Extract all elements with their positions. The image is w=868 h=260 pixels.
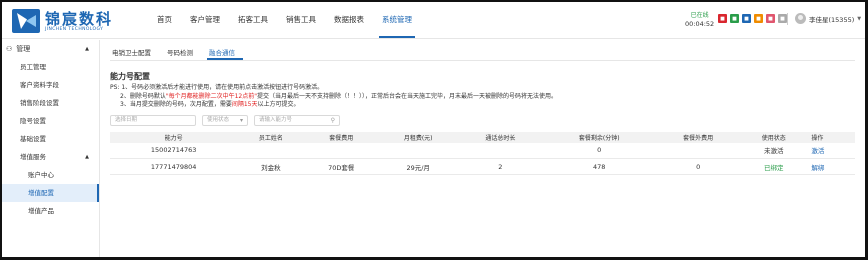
nav-system-management[interactable]: 系统管理 — [373, 2, 421, 38]
cell-monthly-fee: 29元/月 — [378, 158, 459, 175]
sidebar-head-label: 管理 — [16, 45, 31, 53]
cell-number: 17771479804 — [110, 158, 238, 175]
col-package-fee: 套餐费用 — [304, 131, 379, 143]
nav-home[interactable]: 首页 — [148, 2, 181, 38]
chevron-up-icon: ▲ — [85, 46, 89, 52]
col-staff: 员工姓名 — [237, 131, 305, 143]
user-menu[interactable]: 李佳星(15355) ▼ — [795, 13, 861, 24]
number-table: 能力号 员工姓名 套餐费用 月租费(元) 通话总时长 套餐剩余(分钟) 套餐外费… — [110, 131, 855, 175]
toolbar-icons: ■ ■ ■ ■ ■ ■ — [718, 14, 787, 23]
sidebar-head-manage[interactable]: ⚇ 管理 ▲ — [2, 40, 99, 58]
nav-data-reports[interactable]: 数据报表 — [325, 2, 373, 38]
cell-status: 已绑定 — [740, 158, 808, 175]
cell-number: 15002714763 — [110, 142, 238, 159]
note-1: PS: 1、号码必须激活后才能进行使用，请在使用前点击激活按钮进行号码激活。 — [110, 84, 324, 91]
sidebar-item-basic-settings[interactable]: 基础设置 — [2, 130, 99, 148]
chevron-down-icon: ▾ — [239, 116, 243, 124]
table-row: 17771479804 刘金秋 70D套餐 29元/月 2 478 0 已绑定 … — [110, 158, 855, 175]
search-icon[interactable]: ⚲ — [331, 116, 335, 125]
chevron-down-icon: ▼ — [857, 15, 862, 22]
notes: PS: 1、号码必须激活后才能进行使用，请在使用前点击激活按钮进行号码激活。 2… — [110, 84, 855, 110]
mail-icon[interactable]: ■ — [742, 14, 751, 23]
date-picker[interactable]: 选择日期 — [110, 114, 196, 126]
logo-mark-icon — [12, 9, 40, 33]
filter-bar: 选择日期 使用状态 ▾ 请输入能力号 ⚲ — [110, 114, 855, 126]
nav-customer-management[interactable]: 客户管理 — [181, 2, 229, 38]
sidebar-group-label: 增值服务 — [20, 153, 46, 161]
user-name: 李佳星(15355) — [809, 15, 855, 24]
activate-link[interactable]: 激活 — [807, 142, 855, 159]
nav-sales-tools[interactable]: 销售工具 — [277, 2, 325, 38]
app-window: 锦宸数科 JINCHEN TECHNOLOGY 首页 客户管理 拓客工具 销售工… — [2, 2, 865, 257]
sidebar-item-value-added-products[interactable]: 增值产品 — [2, 202, 99, 220]
online-label: 已在线 — [690, 12, 709, 19]
chevron-up-icon: ▲ — [85, 154, 89, 160]
online-status: 已在线 00:04:52 — [685, 12, 714, 28]
cell-package-fee: 70D套餐 — [304, 158, 379, 175]
phone-search-input[interactable]: 请输入能力号 ⚲ — [254, 114, 340, 126]
table-header-row: 能力号 员工姓名 套餐费用 月租费(元) 通话总时长 套餐剩余(分钟) 套餐外费… — [110, 131, 855, 143]
cell-monthly-fee — [378, 142, 459, 159]
sidebar: ⚇ 管理 ▲ 员工管理 客户资料字段 销售阶段设置 隐号设置 基础设置 增值服务… — [2, 40, 100, 257]
col-action: 操作 — [807, 131, 855, 143]
col-number: 能力号 — [110, 131, 238, 143]
logo-subtitle: JINCHEN TECHNOLOGY — [45, 26, 104, 32]
sidebar-item-hidden-number[interactable]: 隐号设置 — [2, 112, 99, 130]
logo: 锦宸数科 JINCHEN TECHNOLOGY — [12, 8, 132, 34]
main-content: 电销卫士配置 号码检测 融合通信 能力号配置 PS: 1、号码必须激活后才能进行… — [110, 46, 855, 175]
main-nav: 首页 客户管理 拓客工具 销售工具 数据报表 系统管理 — [148, 2, 421, 38]
sidebar-item-value-added-config[interactable]: 增值配置 — [2, 184, 99, 202]
cell-package-remaining: 0 — [542, 142, 657, 159]
cell-status: 未激活 — [740, 142, 808, 159]
user-icon: ⚇ — [6, 45, 13, 53]
col-extra-fee: 套餐外费用 — [656, 131, 741, 143]
cell-staff — [237, 142, 305, 159]
cell-staff: 刘金秋 — [237, 158, 305, 175]
unbind-link[interactable]: 解绑 — [807, 158, 855, 175]
sidebar-item-sales-stage[interactable]: 销售阶段设置 — [2, 94, 99, 112]
tab-unified-comm[interactable]: 融合通信 — [207, 46, 243, 60]
col-monthly-fee: 月租费(元) — [378, 131, 459, 143]
sidebar-group-value-added[interactable]: 增值服务 ▲ — [2, 148, 99, 166]
cell-extra-fee: 0 — [656, 158, 741, 175]
cell-package-fee — [304, 142, 379, 159]
avatar — [795, 13, 806, 24]
gift-icon[interactable]: ■ — [766, 14, 775, 23]
bell-icon[interactable]: ■ — [754, 14, 763, 23]
tab-number-check[interactable]: 号码检测 — [165, 46, 201, 60]
sidebar-item-account-center[interactable]: 账户中心 — [2, 166, 99, 184]
note-2: 2、删除号码默认"每个月都能删除二次中午12点前"提交（当月最后一天不支持删除（… — [120, 92, 557, 100]
status-select[interactable]: 使用状态 ▾ — [202, 114, 248, 126]
top-header: 锦宸数科 JINCHEN TECHNOLOGY 首页 客户管理 拓客工具 销售工… — [2, 2, 865, 39]
sidebar-item-staff[interactable]: 员工管理 — [2, 58, 99, 76]
cell-call-duration — [458, 142, 543, 159]
tab-bar: 电销卫士配置 号码检测 融合通信 — [110, 46, 855, 61]
phone-icon[interactable]: ■ — [730, 14, 739, 23]
tab-sales-guard[interactable]: 电销卫士配置 — [110, 46, 159, 60]
col-call-duration: 通话总时长 — [458, 131, 543, 143]
cell-extra-fee — [656, 142, 741, 159]
sidebar-item-customer-fields[interactable]: 客户资料字段 — [2, 76, 99, 94]
cell-call-duration: 2 — [458, 158, 543, 175]
table-row: 15002714763 0 未激活 激活 — [110, 142, 855, 159]
note-3: 3、当月提交删除的号码，次月配置，需要间隔15天以上方可提交。 — [120, 101, 300, 108]
header-divider — [787, 13, 788, 25]
col-status: 使用状态 — [740, 131, 808, 143]
online-time: 00:04:52 — [685, 20, 715, 28]
settings-icon[interactable]: ■ — [778, 14, 787, 23]
message-icon[interactable]: ■ — [718, 14, 727, 23]
col-package-remaining: 套餐剩余(分钟) — [542, 131, 657, 143]
section-title: 能力号配置 — [110, 72, 150, 81]
nav-prospecting-tools[interactable]: 拓客工具 — [229, 2, 277, 38]
logo-name: 锦宸数科 — [45, 9, 114, 28]
cell-package-remaining: 478 — [542, 158, 657, 175]
